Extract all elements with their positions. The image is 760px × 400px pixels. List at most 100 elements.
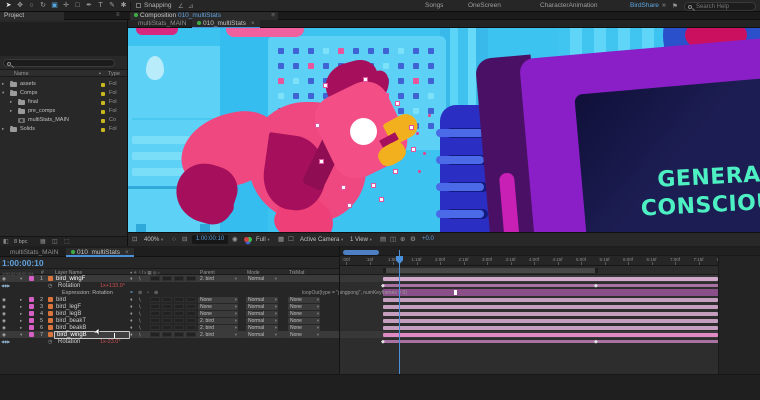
parent-dropdown[interactable]: None ▾	[198, 296, 238, 303]
workspace-onescreen[interactable]: OneScreen	[468, 2, 501, 9]
property-row[interactable]: ◀◆▶ ◷ Rotation 1x+133.0°	[0, 282, 340, 289]
work-area-handle-left[interactable]	[383, 268, 386, 273]
parent-dropdown[interactable]: 2. bird ▾	[198, 317, 238, 324]
switch-cell[interactable]	[150, 276, 160, 281]
new-folder-icon[interactable]: ▦	[40, 238, 46, 245]
quality-icon[interactable]: ♦	[130, 318, 133, 324]
layer-color-swatch[interactable]	[29, 318, 34, 323]
snapping-checkbox[interactable]	[136, 3, 141, 8]
switch-cell[interactable]	[174, 325, 184, 330]
project-search-box[interactable]	[3, 59, 115, 67]
quality-icon[interactable]: ♦	[130, 276, 133, 282]
label-swatch[interactable]	[101, 127, 105, 132]
camera-tool[interactable]: ▣	[49, 1, 60, 11]
quality-icon[interactable]: ♦	[130, 332, 133, 338]
property-name[interactable]: Rotation	[58, 339, 80, 345]
text-tool[interactable]: T	[95, 1, 106, 11]
selection-handle[interactable]	[319, 159, 324, 164]
expression-enable-icon[interactable]: =	[130, 290, 133, 296]
panel-menu-icon[interactable]: ≡	[116, 12, 120, 18]
puppet-tool[interactable]: ✱	[118, 1, 129, 11]
switch-cell[interactable]	[162, 332, 172, 337]
switch-cell[interactable]	[174, 311, 184, 316]
view-layout-dropdown[interactable]: 1 View ▾	[350, 236, 372, 244]
switch-cell[interactable]	[150, 311, 160, 316]
fast-preview-icon[interactable]: ◫	[390, 236, 396, 244]
resolution-dropdown[interactable]: Full ▾	[256, 236, 270, 244]
trkmat-dropdown[interactable]: None ▾	[288, 331, 320, 338]
composition-viewport[interactable]: GENERAL CONSCIOUSNESS	[128, 28, 760, 232]
shape-tool[interactable]: □	[72, 1, 83, 11]
switch-cell[interactable]	[186, 311, 196, 316]
mask-visibility-icon[interactable]: ⊟	[182, 236, 187, 244]
stopwatch-icon[interactable]: ◷	[48, 283, 52, 289]
trkmat-dropdown[interactable]: None ▾	[288, 317, 320, 324]
camera-dropdown[interactable]: Active Camera ▾	[300, 236, 343, 244]
expression-field-text[interactable]: loopOut(type = "pingpong", numKeyframes …	[302, 290, 407, 296]
roi-icon[interactable]: ▦	[278, 236, 284, 244]
pan-behind-tool[interactable]: ✛	[61, 1, 72, 11]
layer-duration-bar[interactable]	[383, 312, 718, 316]
switch-cell[interactable]	[174, 276, 184, 281]
grid-guides-icon[interactable]: ○	[172, 236, 176, 244]
switch-cell[interactable]	[162, 276, 172, 281]
selection-tool[interactable]: ➤	[3, 1, 14, 11]
project-item-assets[interactable]: ▸ assets Fol	[0, 80, 127, 89]
timeline-button-icon[interactable]: ⊕	[400, 236, 405, 244]
mode-dropdown[interactable]: Normal ▾	[246, 324, 278, 331]
work-area-bar[interactable]	[383, 268, 598, 273]
expression-graph-icon[interactable]: ◔	[146, 290, 149, 296]
help-search-box[interactable]: Search Help	[684, 1, 756, 11]
keyframe-navigator[interactable]: ◀◆▶	[1, 283, 10, 288]
switch-cell[interactable]	[162, 325, 172, 330]
workspace-birdshare[interactable]: BirdShare	[630, 2, 659, 9]
mode-dropdown[interactable]: Normal ▾	[246, 317, 278, 324]
property-track-bar[interactable]	[383, 340, 718, 343]
pen-tool[interactable]: ✒	[84, 1, 95, 11]
layer-name[interactable]: bird	[56, 297, 66, 303]
selection-handle[interactable]	[395, 101, 400, 106]
layer-name[interactable]: bird_wingF	[56, 276, 85, 282]
continuous-rasterize-icon[interactable]: ∖	[138, 297, 141, 303]
selection-handle[interactable]	[341, 185, 346, 190]
snap-angle-icon[interactable]: ∠	[178, 2, 184, 10]
project-item-comps[interactable]: ▾ Comps Fol	[0, 89, 127, 98]
fit-icon[interactable]: ⊡	[132, 236, 137, 244]
keyframe-navigator[interactable]: ◀◆▶	[1, 339, 10, 344]
selection-handle[interactable]	[315, 123, 320, 128]
selection-handle[interactable]	[379, 197, 384, 202]
switch-cell[interactable]	[150, 318, 160, 323]
property-row[interactable]: ◀◆▶ ◷ Rotation 1x-23.0°	[0, 338, 340, 345]
pixel-aspect-icon[interactable]: ▤	[380, 236, 386, 244]
layer-duration-bar[interactable]	[383, 319, 718, 323]
timeline-tab-multistats-main[interactable]: multiStats_MAIN	[6, 248, 62, 257]
snapshot-icon[interactable]: ◉	[232, 236, 238, 244]
expression-label[interactable]: Expression: Rotation	[62, 290, 113, 296]
twirl-icon[interactable]: ▸	[10, 108, 12, 114]
continuous-rasterize-icon[interactable]: ∖	[138, 332, 141, 338]
layer-name[interactable]: bird_legF	[56, 304, 81, 310]
layer-name[interactable]: bird_beakB	[56, 325, 86, 331]
project-item-multistats_main[interactable]: multiStats_MAIN Co	[0, 116, 127, 125]
layer-color-swatch[interactable]	[29, 311, 34, 316]
trash-icon[interactable]: ⬚	[64, 238, 70, 245]
property-value[interactable]: 1x-23.0°	[100, 339, 121, 345]
switch-cell[interactable]	[150, 297, 160, 302]
switch-cell[interactable]	[174, 318, 184, 323]
trkmat-dropdown[interactable]: None ▾	[288, 296, 320, 303]
trkmat-dropdown[interactable]: None ▾	[288, 324, 320, 331]
layer-duration-bar[interactable]	[383, 305, 718, 309]
layer-color-swatch[interactable]	[29, 325, 34, 330]
selection-handle[interactable]	[323, 83, 328, 88]
mode-dropdown[interactable]: Normal ▾	[246, 275, 278, 282]
expression-language-icon[interactable]: ⊕	[154, 290, 158, 296]
twirl-icon[interactable]: ▸	[10, 99, 12, 105]
switch-cell[interactable]	[186, 276, 196, 281]
property-track-bar[interactable]	[383, 284, 718, 287]
switch-cell[interactable]	[186, 325, 196, 330]
continuous-rasterize-icon[interactable]: ∖	[138, 276, 141, 282]
layer-row-bird_beakT[interactable]: ◉ ▸ 5 bird_beakT ♦ ∖ 2. bird ▾ Normal ▾ None ▾	[0, 317, 340, 324]
mode-dropdown[interactable]: Normal ▾	[246, 331, 278, 338]
viewer-timecode[interactable]: 1:00:00:10	[192, 235, 228, 244]
work-area-handle-right[interactable]	[595, 268, 598, 273]
